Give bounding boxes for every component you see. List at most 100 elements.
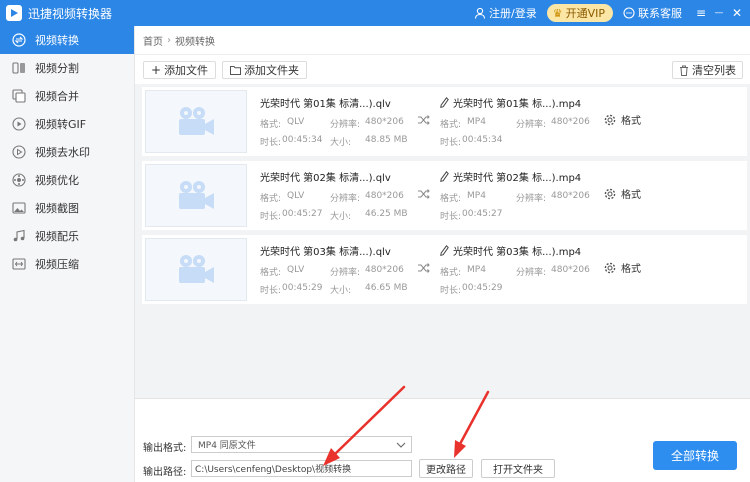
resolution-label: 分辨率: (516, 268, 547, 278)
login-button[interactable]: 注册/登录 (474, 5, 537, 21)
breadcrumb-home[interactable]: 首页 (143, 33, 163, 48)
size-label: 大小: (330, 286, 352, 296)
file-row[interactable]: 光荣时代 第03集 标清...).qlv 格式: QLV 分辨率: 480*20… (142, 235, 747, 304)
convert-arrow-icon (418, 263, 430, 273)
contact-service-button[interactable]: 联系客服 (623, 5, 682, 21)
user-icon (474, 7, 486, 19)
open-folder-button[interactable]: 打开文件夹 (481, 459, 555, 478)
sidebar-item-label: 视频截图 (35, 202, 79, 215)
source-size-value: 48.85 MB (365, 135, 408, 145)
sidebar-item-label: 视频去水印 (35, 146, 90, 159)
plus-icon: + (151, 62, 162, 77)
film-camera-icon (179, 254, 214, 283)
sidebar-item-convert[interactable]: 视频转换 (0, 26, 134, 54)
close-button[interactable]: ✕ (728, 0, 746, 26)
pencil-icon (440, 97, 449, 108)
resolution-label: 分辨率: (516, 194, 547, 204)
add-folder-button[interactable]: 添加文件夹 (222, 60, 308, 79)
source-size-value: 46.65 MB (365, 283, 408, 293)
split-icon (12, 61, 26, 75)
source-duration-value: 00:45:34 (282, 135, 323, 145)
output-file-name-text: 光荣时代 第02集 标...).mp4 (453, 173, 582, 184)
output-file-name[interactable]: 光荣时代 第01集 标...).mp4 (440, 95, 581, 110)
output-resolution-value: 480*206 (551, 117, 590, 127)
sidebar-item-merge[interactable]: 视频合并 (0, 82, 134, 110)
sidebar-item-compress[interactable]: 视频压缩 (0, 250, 134, 278)
add-folder-label: 添加文件夹 (244, 63, 300, 77)
sidebar-item-optimize[interactable]: 视频优化 (0, 166, 134, 194)
duration-label: 时长: (260, 212, 282, 222)
resolution-label: 分辨率: (330, 120, 361, 130)
output-resolution-value: 480*206 (551, 265, 590, 275)
login-label: 注册/登录 (489, 7, 537, 20)
source-resolution-value: 480*206 (365, 191, 404, 201)
format-label: 格式: (260, 120, 282, 130)
pencil-icon (440, 245, 449, 256)
toolbar: + 添加文件 添加文件夹 清空列表 (135, 54, 750, 84)
sidebar-item-split[interactable]: 视频分割 (0, 54, 134, 82)
file-list: 光荣时代 第01集 标清...).qlv 格式: QLV 分辨率: 480*20… (142, 87, 747, 309)
gear-icon (604, 114, 616, 125)
minimize-button[interactable]: — (710, 0, 728, 26)
format-label: 格式: (260, 194, 282, 204)
output-file-name[interactable]: 光荣时代 第02集 标...).mp4 (440, 169, 581, 184)
file-row[interactable]: 光荣时代 第01集 标清...).qlv 格式: QLV 分辨率: 480*20… (142, 87, 747, 156)
sidebar-item-label: 视频合并 (35, 90, 79, 103)
resolution-label: 分辨率: (516, 120, 547, 130)
source-duration-value: 00:45:29 (282, 283, 323, 293)
source-format-value: QLV (287, 117, 305, 127)
breadcrumb: 首页 › 视频转换 (135, 26, 750, 54)
output-file-name[interactable]: 光荣时代 第03集 标...).mp4 (440, 243, 581, 258)
source-format-value: QLV (287, 191, 305, 201)
vip-button[interactable]: ♛ 开通VIP (546, 4, 613, 22)
output-format-label: 输出格式: (143, 443, 187, 454)
video-thumbnail (145, 90, 247, 153)
clear-list-button[interactable]: 清空列表 (672, 61, 743, 79)
sidebar-item-label: 视频转换 (35, 34, 79, 47)
gear-icon (604, 262, 616, 273)
format-settings-button[interactable]: 格式 (604, 186, 641, 201)
output-path-input[interactable] (191, 460, 412, 477)
size-label: 大小: (330, 138, 352, 148)
source-file-name: 光荣时代 第02集 标清...).qlv (260, 173, 391, 184)
convert-all-button[interactable]: 全部转换 (653, 441, 737, 470)
file-row[interactable]: 光荣时代 第02集 标清...).qlv 格式: QLV 分辨率: 480*20… (142, 161, 747, 230)
music-icon (12, 229, 26, 243)
source-resolution-value: 480*206 (365, 117, 404, 127)
resolution-label: 分辨率: (330, 268, 361, 278)
sidebar-item-screenshot[interactable]: 视频截图 (0, 194, 134, 222)
title-bar: 迅捷视频转换器 注册/登录 ♛ 开通VIP 联系客服 ≡ — ✕ (0, 0, 750, 26)
format-settings-label: 格式 (621, 264, 641, 275)
output-duration-value: 00:45:34 (462, 135, 503, 145)
convert-arrow-icon (418, 189, 430, 199)
folder-icon (230, 65, 242, 75)
output-format-select[interactable]: MP4 同原文件 (191, 436, 412, 453)
sidebar-item-music[interactable]: 视频配乐 (0, 222, 134, 250)
format-settings-button[interactable]: 格式 (604, 260, 641, 275)
format-label: 格式: (260, 268, 282, 278)
source-file-name: 光荣时代 第03集 标清...).qlv (260, 247, 391, 258)
convert-arrow-icon (418, 115, 430, 125)
output-format-value: MP4 (467, 191, 486, 201)
film-camera-icon (179, 180, 214, 209)
change-path-button[interactable]: 更改路径 (419, 459, 473, 478)
output-format-value: MP4 同原文件 (198, 441, 256, 451)
source-resolution-value: 480*206 (365, 265, 404, 275)
duration-label: 时长: (440, 286, 462, 296)
add-file-button[interactable]: + 添加文件 (143, 60, 217, 79)
output-file-name-text: 光荣时代 第03集 标...).mp4 (453, 247, 582, 258)
watermark-icon (12, 145, 26, 159)
menu-button[interactable]: ≡ (692, 0, 710, 26)
merge-icon (12, 89, 26, 103)
add-file-label: 添加文件 (164, 63, 209, 77)
output-format-value: MP4 (467, 117, 486, 127)
source-file-name: 光荣时代 第01集 标清...).qlv (260, 99, 391, 110)
main-panel: 首页 › 视频转换 + 添加文件 添加文件夹 清空列表 光荣时代 第01集 标清… (135, 26, 750, 482)
format-settings-button[interactable]: 格式 (604, 112, 641, 127)
sidebar-item-gif[interactable]: 视频转GIF (0, 110, 134, 138)
format-settings-label: 格式 (621, 116, 641, 127)
duration-label: 时长: (260, 138, 282, 148)
app-title: 迅捷视频转换器 (28, 6, 113, 21)
duration-label: 时长: (440, 212, 462, 222)
sidebar-item-watermark[interactable]: 视频去水印 (0, 138, 134, 166)
